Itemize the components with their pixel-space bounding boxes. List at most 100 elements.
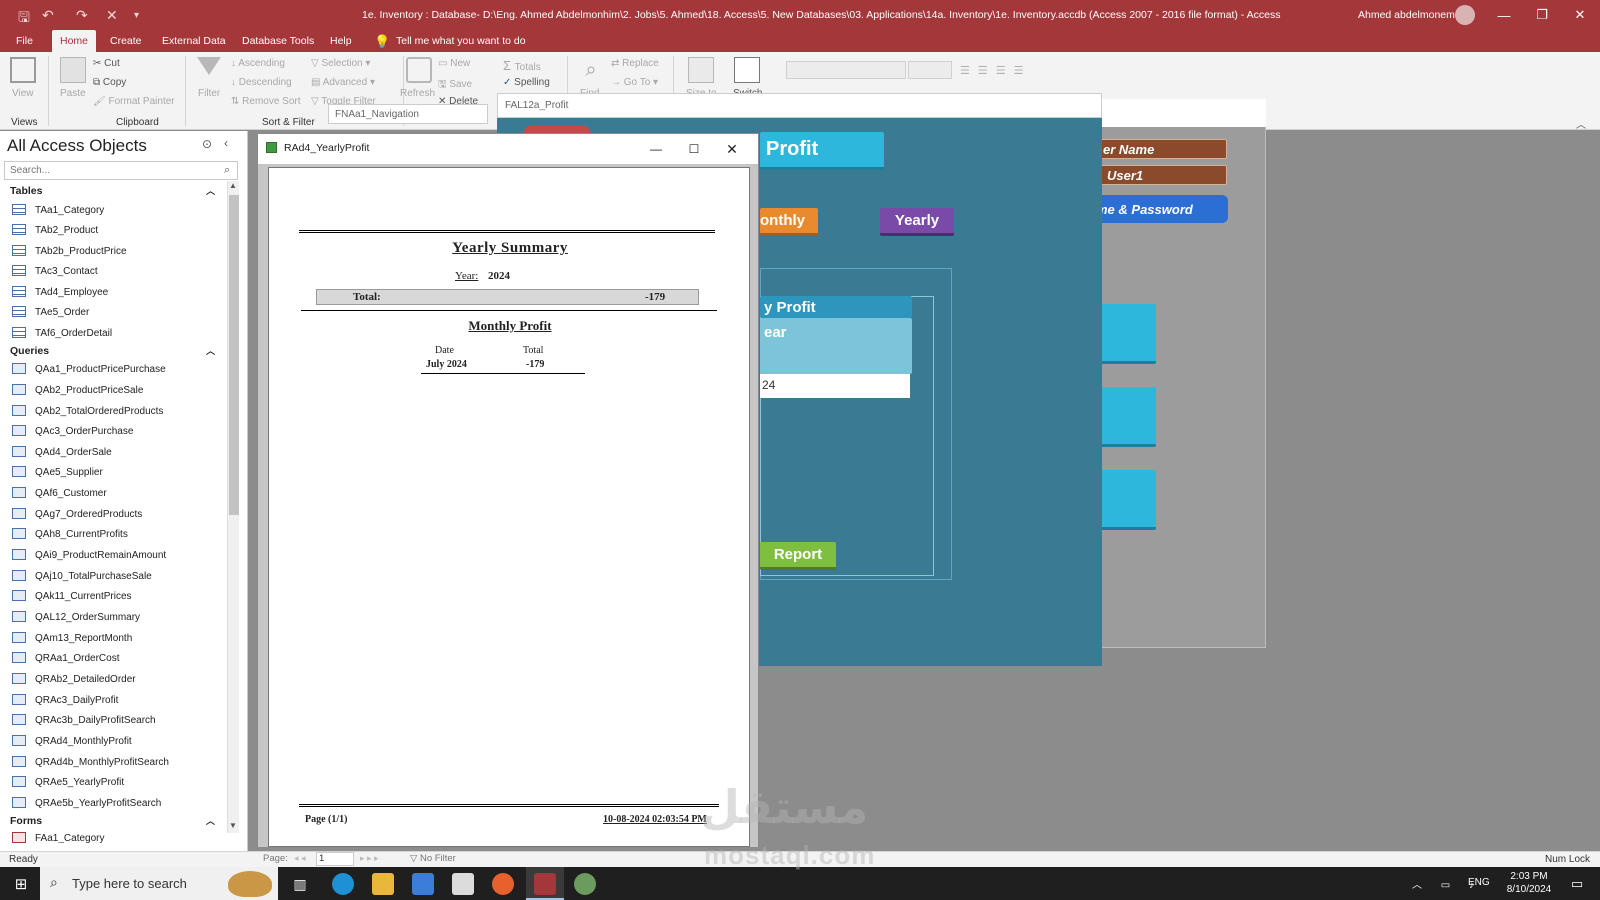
list-item[interactable]: QAe5_Supplier: [12, 463, 103, 483]
save-icon[interactable]: 🖫: [18, 7, 30, 31]
refresh-icon[interactable]: [406, 57, 432, 83]
maximize-icon[interactable]: ☐: [682, 138, 706, 160]
paste-icon[interactable]: [60, 57, 86, 83]
list-item[interactable]: QAh8_CurrentProfits: [12, 525, 128, 545]
new-record-button[interactable]: ▭ New: [438, 58, 470, 69]
store-icon[interactable]: [412, 873, 434, 895]
user-name[interactable]: Ahmed abdelmonem: [1358, 9, 1455, 21]
page-first-prev-icons[interactable]: ◂ ◂: [294, 853, 306, 864]
list-item[interactable]: QRAc3b_DailyProfitSearch: [12, 711, 156, 731]
year-list-value[interactable]: 24: [760, 374, 910, 398]
avatar[interactable]: [1455, 5, 1475, 25]
minimize-icon[interactable]: —: [1485, 0, 1523, 30]
spelling-button[interactable]: ✓ Spelling: [503, 77, 550, 88]
category-queries[interactable]: Queries ︿: [0, 342, 225, 360]
copy-button[interactable]: ⧉ Copy: [93, 77, 126, 88]
font-size-combo[interactable]: [908, 61, 952, 79]
list-item[interactable]: TAb2b_ProductPrice: [12, 242, 127, 262]
list-item[interactable]: TAd4_Employee: [12, 283, 108, 303]
list-item[interactable]: TAc3_Contact: [12, 262, 98, 282]
cut-button[interactable]: ✂ Cut: [93, 58, 120, 69]
filter-button[interactable]: Filter: [198, 88, 220, 99]
list-item[interactable]: QAf6_Customer: [12, 484, 107, 504]
scroll-down-icon[interactable]: ▼: [229, 821, 237, 830]
minimize-icon[interactable]: —: [644, 138, 668, 160]
report-title-bar[interactable]: RAd4_YearlyProfit — ☐ ✕: [258, 134, 758, 164]
task-view-icon[interactable]: ▥: [288, 872, 312, 896]
profit-header-button[interactable]: Profit: [760, 132, 884, 170]
notification-icon[interactable]: ▭: [1566, 873, 1588, 895]
replace-button[interactable]: ⇄ Replace: [611, 58, 659, 69]
size-to-fit-icon[interactable]: [688, 57, 714, 83]
file-explorer-icon[interactable]: [372, 873, 394, 895]
font-name-combo[interactable]: [786, 61, 906, 79]
tab-create[interactable]: Create: [102, 30, 150, 52]
name-password-button[interactable]: me & Password: [1090, 195, 1228, 223]
tab-database-tools[interactable]: Database Tools: [234, 30, 322, 52]
tab-external-data[interactable]: External Data: [154, 30, 234, 52]
list-item[interactable]: FAa1_Category: [12, 829, 105, 843]
selection-button[interactable]: ▽ Selection ▾: [311, 58, 370, 69]
list-item[interactable]: QAd4_OrderSale: [12, 443, 112, 463]
nav-menu-icon[interactable]: ⊙: [202, 137, 212, 151]
descending-button[interactable]: ↓ Descending: [231, 77, 292, 88]
customize-toolbar-icon[interactable]: ▾: [134, 10, 139, 21]
user-value-field[interactable]: User1: [1090, 165, 1227, 185]
list-item[interactable]: QRAd4_MonthlyProfit: [12, 732, 132, 752]
list-item[interactable]: QRAe5b_YearlyProfitSearch: [12, 794, 161, 814]
category-forms[interactable]: Forms ︿: [0, 812, 225, 830]
access-icon[interactable]: [534, 873, 556, 895]
restore-icon[interactable]: ❐: [1523, 0, 1561, 30]
ascending-button[interactable]: ↓ Ascending: [231, 58, 285, 69]
edge-icon[interactable]: [332, 873, 354, 895]
filter-icon[interactable]: [197, 57, 221, 75]
list-item[interactable]: QRAb2_DetailedOrder: [12, 670, 136, 690]
collapse-ribbon-icon[interactable]: ︿: [1576, 116, 1586, 131]
advanced-button[interactable]: ▤ Advanced ▾: [311, 77, 375, 88]
nav-scrollbar[interactable]: ▲ ▼: [227, 181, 239, 833]
list-item[interactable]: TAe5_Order: [12, 303, 89, 323]
list-item[interactable]: TAf6_OrderDetail: [12, 324, 112, 344]
firefox-icon[interactable]: [492, 873, 514, 895]
shutter-bar-icon[interactable]: ‹: [224, 136, 228, 150]
scroll-up-icon[interactable]: ▲: [229, 181, 237, 190]
windows-start-icon[interactable]: ⊞: [6, 867, 36, 900]
profit-form-tab[interactable]: FAL12a_Profit: [497, 93, 1102, 118]
list-item[interactable]: QAm13_ReportMonth: [12, 629, 132, 649]
paste-button[interactable]: Paste: [60, 88, 86, 99]
clock[interactable]: 2:03 PM 8/10/2024: [1498, 870, 1560, 896]
go-to-button[interactable]: → Go To ▾: [611, 77, 658, 88]
tab-file[interactable]: File: [8, 30, 41, 52]
page-number-input[interactable]: 1: [316, 852, 354, 866]
list-item[interactable]: QRAa1_OrderCost: [12, 649, 119, 669]
report-button[interactable]: Report: [760, 542, 836, 570]
app-icon[interactable]: [574, 873, 596, 895]
list-item[interactable]: QRAc3_DailyProfit: [12, 691, 118, 711]
category-tables[interactable]: Tables ︿: [0, 182, 225, 200]
navigation-form-tab[interactable]: FNAa1_Navigation: [328, 104, 488, 124]
list-item[interactable]: QAa1_ProductPricePurchase: [12, 360, 166, 380]
list-item[interactable]: QAg7_OrderedProducts: [12, 505, 142, 525]
list-item[interactable]: QAb2_TotalOrderedProducts: [12, 402, 163, 422]
list-item[interactable]: QAj10_TotalPurchaseSale: [12, 567, 152, 587]
yearly-button[interactable]: Yearly: [880, 208, 954, 236]
no-filter-button[interactable]: ▽ No Filter: [410, 853, 456, 864]
list-item[interactable]: QAb2_ProductPriceSale: [12, 381, 143, 401]
list-item[interactable]: TAa1_Category: [12, 201, 104, 221]
list-item[interactable]: TAb2_Product: [12, 221, 98, 241]
monthly-button[interactable]: onthly: [760, 208, 818, 236]
list-item[interactable]: QAc3_OrderPurchase: [12, 422, 133, 442]
list-item[interactable]: QAi9_ProductRemainAmount: [12, 546, 166, 566]
list-item[interactable]: QRAd4b_MonthlyProfitSearch: [12, 753, 169, 773]
list-item[interactable]: QAk11_CurrentPrices: [12, 587, 132, 607]
close-icon[interactable]: ✕: [720, 138, 744, 160]
undo-icon[interactable]: ↶: [42, 7, 54, 24]
totals-button[interactable]: Σ Totals: [503, 58, 541, 73]
list-item[interactable]: QRAe5_YearlyProfit: [12, 773, 124, 793]
redo-icon[interactable]: ↷: [76, 7, 88, 24]
switch-windows-icon[interactable]: [734, 57, 760, 83]
language-indicator[interactable]: ENG: [1468, 877, 1490, 888]
view-icon[interactable]: [10, 57, 36, 83]
list-item[interactable]: QAL12_OrderSummary: [12, 608, 140, 628]
remove-sort-button[interactable]: ⇅ Remove Sort: [231, 96, 301, 107]
